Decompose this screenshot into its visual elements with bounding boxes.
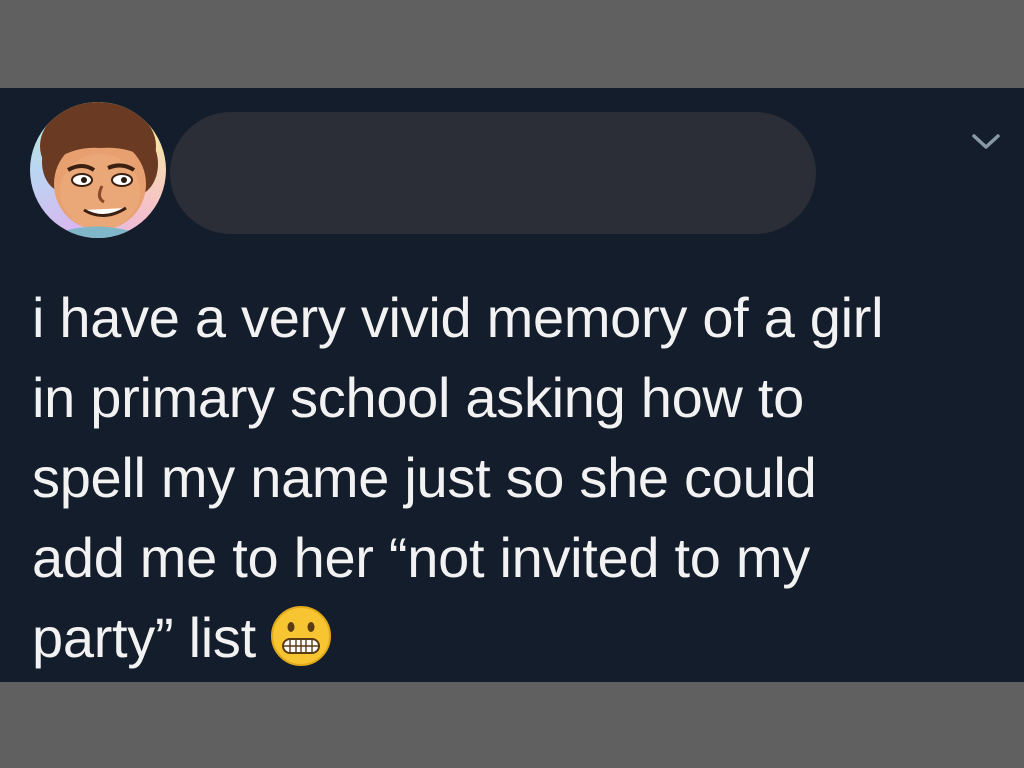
- tweet-text-line: spell my name just so she could: [32, 446, 817, 509]
- chevron-down-icon: [972, 134, 1000, 149]
- tweet-card: i have a very vivid memory of a girl in …: [0, 88, 1024, 682]
- tweet-text-line: in primary school asking how to: [32, 366, 804, 429]
- tweet-options-button[interactable]: [968, 128, 1004, 154]
- tweet-text-last-line: party” list: [32, 598, 992, 678]
- tweet-text-line: party” list: [32, 606, 256, 669]
- grimacing-face-emoji-icon: [270, 605, 332, 667]
- screenshot-frame: i have a very vivid memory of a girl in …: [0, 0, 1024, 768]
- avatar[interactable]: [30, 102, 166, 238]
- redacted-author-name: [170, 112, 816, 234]
- tweet-text-line: i have a very vivid memory of a girl: [32, 286, 884, 349]
- avatar-face-icon: [40, 102, 158, 238]
- tweet-text-line: add me to her “not invited to my: [32, 526, 810, 589]
- tweet-text: i have a very vivid memory of a girl in …: [32, 278, 992, 678]
